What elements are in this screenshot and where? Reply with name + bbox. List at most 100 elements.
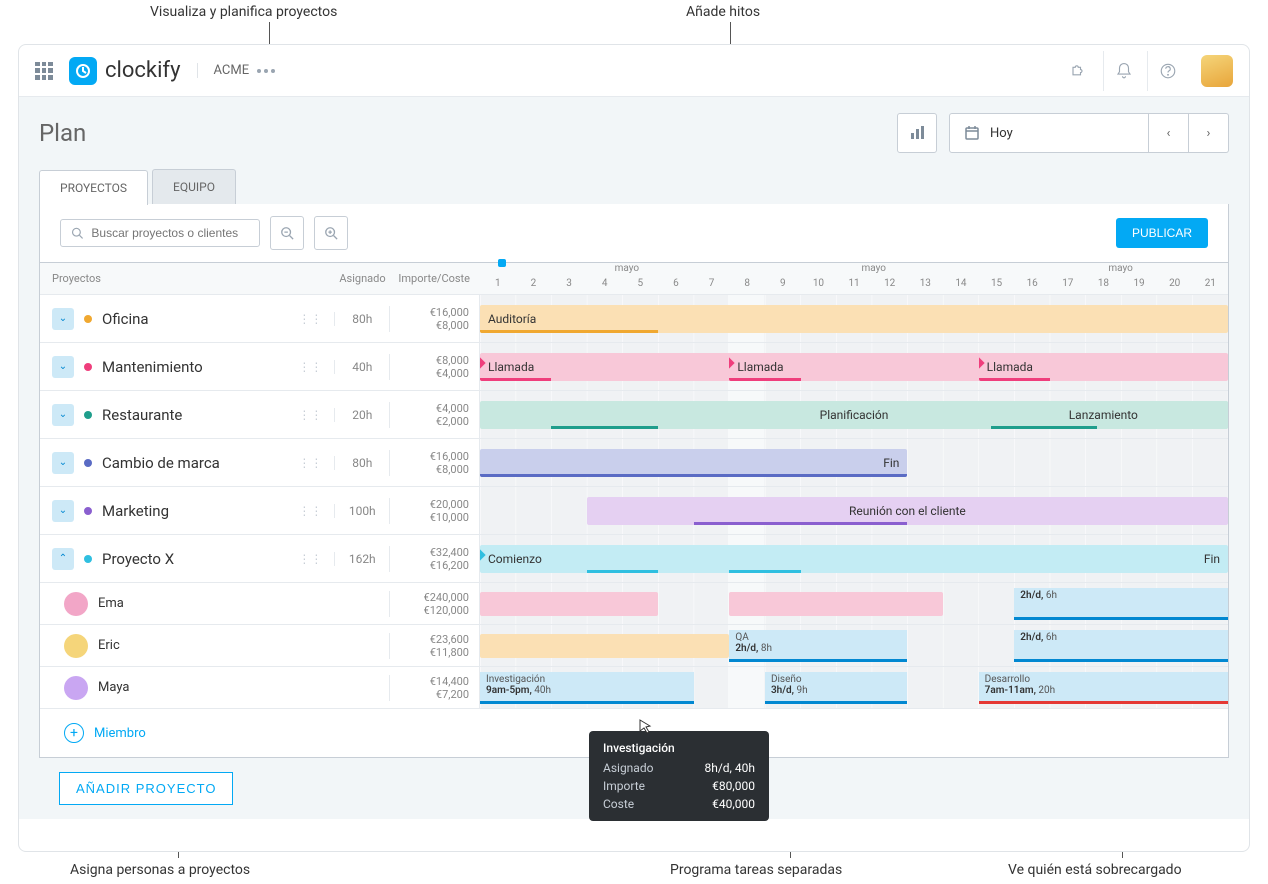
expand-button[interactable]: ⌄ [52,308,74,330]
color-dot-icon [84,411,92,419]
timeline-cell[interactable]: Investigación9am-5pm, 40h Diseño3h/d, 9h D… [480,667,1228,708]
day-label: 20 [1157,278,1193,292]
assigned-hours: 162h [334,552,389,566]
amount-cell: €8,000€4,000 [389,354,479,380]
project-name[interactable]: Oficina [102,310,149,328]
gantt-bar[interactable]: Llamada [480,353,729,381]
task-bar[interactable]: Diseño3h/d, 9h [765,672,907,704]
assigned-hours: 80h [334,312,389,326]
chart-view-icon[interactable] [897,113,937,153]
timeline-cell[interactable]: QA2h/d, 8h 2h/d, 6h [480,625,1228,666]
search-input[interactable] [91,226,249,240]
day-label: 13 [908,278,944,292]
prev-button[interactable]: ‹ [1149,113,1189,153]
drag-handle-icon[interactable]: ⋮⋮ [298,364,322,370]
color-dot-icon [84,507,92,515]
calendar-icon [964,125,980,141]
milestone-icon [979,357,985,368]
drag-handle-icon[interactable]: ⋮⋮ [298,412,322,418]
task-bar[interactable]: QA2h/d, 8h [729,630,907,662]
search-icon [71,226,83,240]
project-name[interactable]: Cambio de marca [102,454,220,472]
person-name[interactable]: Ema [98,596,124,611]
gantt-bar[interactable]: Llamada [979,353,1228,381]
timeline-cell[interactable]: Reunión con el cliente [480,487,1228,534]
amount-cell: €32,400€16,200 [389,546,479,572]
project-name[interactable]: Proyecto X [102,550,174,568]
tab-team[interactable]: EQUIPO [152,169,236,204]
expand-button[interactable]: ⌄ [52,500,74,522]
task-bar[interactable]: Desarrollo7am-11am, 20h [979,672,1228,704]
publish-button[interactable]: PUBLICAR [1116,218,1208,248]
expand-button[interactable]: ⌄ [52,452,74,474]
gantt-bar[interactable]: ComienzoFin [480,545,1228,573]
org-switcher[interactable]: ACME [197,63,276,78]
topbar: clockify ACME [19,45,1249,97]
gantt-bar[interactable]: Llamada [729,353,978,381]
day-label: 6 [658,278,694,292]
timeline-cell[interactable]: ComienzoFin [480,535,1228,582]
gantt-bar[interactable]: Auditoría [480,305,1228,333]
expand-button[interactable]: ⌄ [52,356,74,378]
timeline-header: Proyectos Asignado Importe/Coste mayo ma… [40,263,1228,295]
search-input-wrap[interactable] [60,219,260,247]
drag-handle-icon[interactable]: ⋮⋮ [298,508,322,514]
drag-handle-icon[interactable]: ⋮⋮ [298,460,322,466]
date-label: Hoy [990,126,1013,141]
toolbar: PUBLICAR [39,204,1229,263]
gantt-bar[interactable] [480,592,658,616]
project-row: ⌄ Cambio de marca ⋮⋮ 80h €16,000€8,000 F… [40,439,1228,487]
gantt-bar[interactable]: Fin [480,449,907,477]
timeline-cell[interactable]: Fin [480,439,1228,486]
cursor-icon [637,719,653,739]
tab-projects[interactable]: PROYECTOS [39,170,148,205]
project-name[interactable]: Marketing [102,502,169,520]
task-bar[interactable]: Investigación9am-5pm, 40h [480,672,694,704]
timeline-cell[interactable]: 2h/d, 6h [480,583,1228,624]
next-button[interactable]: › [1189,113,1229,153]
person-name[interactable]: Maya [98,680,129,695]
project-name[interactable]: Restaurante [102,406,182,424]
gantt-bar[interactable] [729,592,943,616]
amount-cell: €16,000€8,000 [389,306,479,332]
person-row: Eric €23,600€11,800 QA2h/d, 8h2h/d, 6h [40,625,1228,667]
callout-visualize: Visualiza y planifica proyectos [150,4,337,20]
expand-button[interactable]: ⌃ [52,548,74,570]
bell-icon[interactable] [1103,51,1143,91]
task-bar[interactable]: 2h/d, 6h [1014,630,1228,662]
add-project-button[interactable]: AÑADIR PROYECTO [59,772,233,805]
timeline-cell[interactable]: Auditoría [480,295,1228,342]
task-bar[interactable]: 2h/d, 6h [1014,588,1228,620]
user-avatar[interactable] [1201,55,1233,87]
timeline-cell[interactable]: LlamadaLlamadaLlamada [480,343,1228,390]
gantt-bar[interactable]: Lanzamiento [979,401,1228,429]
project-name[interactable]: Mantenimiento [102,358,203,376]
add-member-button[interactable]: + Miembro [40,709,170,757]
logo-text: clockify [105,58,181,83]
bar-label: Auditoría [488,312,536,326]
person-avatar[interactable] [64,676,88,700]
day-label: 4 [587,278,623,292]
day-label: 18 [1086,278,1122,292]
apps-grid-icon[interactable] [35,62,53,80]
person-avatar[interactable] [64,634,88,658]
zoom-in-button[interactable] [314,216,348,250]
timeline-cell[interactable]: PlanificaciónLanzamiento [480,391,1228,438]
drag-handle-icon[interactable]: ⋮⋮ [298,316,322,322]
drag-handle-icon[interactable]: ⋮⋮ [298,556,322,562]
person-avatar[interactable] [64,592,88,616]
col-header-projects: Proyectos [40,272,335,285]
gantt-bar[interactable]: Reunión con el cliente [587,497,1228,525]
app-window: clockify ACME Plan Hoy ‹ › [18,44,1250,852]
puzzle-icon[interactable] [1059,51,1099,91]
logo-mark-icon [69,57,97,85]
logo[interactable]: clockify [69,57,181,85]
date-range-picker[interactable]: Hoy ‹ › [949,113,1229,153]
person-name[interactable]: Eric [98,638,120,653]
expand-button[interactable]: ⌄ [52,404,74,426]
gantt-bar[interactable] [480,634,729,658]
zoom-out-button[interactable] [270,216,304,250]
month-label: mayo [1108,263,1133,274]
project-row: ⌄ Marketing ⋮⋮ 100h €20,000€10,000 Reuni… [40,487,1228,535]
help-icon[interactable] [1147,51,1187,91]
